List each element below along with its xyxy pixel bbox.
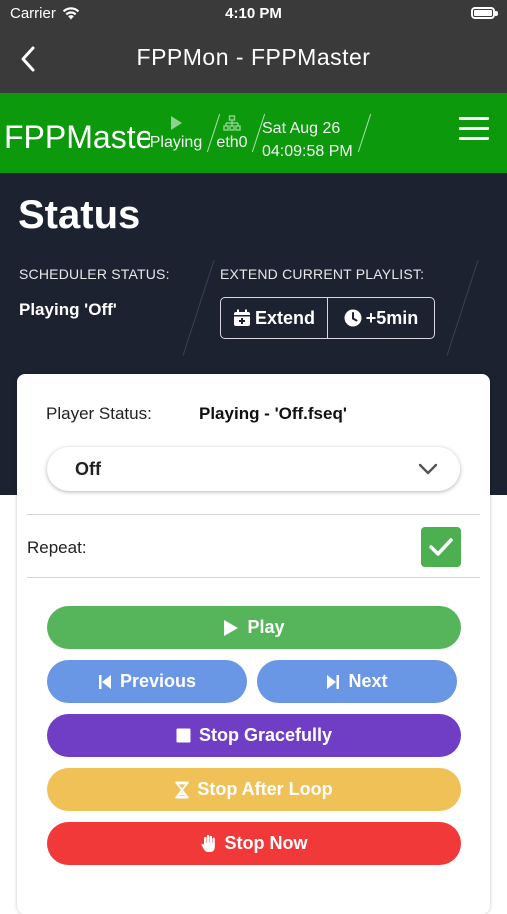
interface-label: eth0: [216, 134, 248, 151]
scheduler-status-label: SCHEDULER STATUS:: [19, 266, 170, 282]
header-divider: [357, 113, 372, 153]
status-bar-time: 4:10 PM: [225, 5, 282, 22]
extend-button[interactable]: Extend: [221, 298, 327, 338]
extend-label: Extend: [254, 307, 315, 328]
repeat-checkbox[interactable]: [421, 527, 461, 567]
calendar-plus-icon: [233, 309, 250, 326]
battery-icon: [471, 7, 498, 19]
skip-back-icon: [98, 674, 111, 689]
previous-label: Previous: [119, 671, 197, 691]
status-bar: Carrier 4:10 PM: [0, 0, 507, 28]
extend-button-group: Extend +5min: [220, 297, 435, 339]
skip-forward-icon: [327, 674, 340, 689]
stop-icon: [176, 728, 191, 743]
ios-top-bar: Carrier 4:10 PM FPPMon - FPPMaster: [0, 0, 507, 93]
stop-gracefully-button[interactable]: Stop Gracefully: [47, 714, 461, 757]
repeat-label: Repeat:: [27, 538, 87, 557]
page-title: Status: [18, 193, 141, 237]
nav-title: FPPMon - FPPMaster: [136, 44, 371, 70]
stop-now-button[interactable]: Stop Now: [47, 822, 461, 865]
brand-title: FPPMaster: [4, 119, 150, 155]
network-icon: [223, 115, 241, 131]
next-button[interactable]: Next: [257, 660, 457, 703]
clock-icon: [344, 309, 362, 327]
datetime-display: Sat Aug 26 04:09:58 PM: [262, 117, 353, 163]
play-button[interactable]: Play: [47, 606, 461, 649]
play-icon: [171, 116, 182, 130]
next-label: Next: [348, 671, 388, 691]
player-state-indicator: Playing: [149, 115, 203, 153]
player-state-label: Playing: [149, 134, 203, 151]
playlist-select-value: Off: [75, 459, 101, 479]
player-card: Player Status: Playing - 'Off.fseq' Off …: [17, 374, 490, 914]
stop-after-loop-label: Stop After Loop: [197, 779, 333, 799]
header-date: Sat Aug 26: [262, 120, 341, 137]
add-5min-label: +5min: [365, 307, 419, 328]
playlist-select[interactable]: Off: [47, 447, 460, 491]
divider: [27, 514, 480, 515]
add-5min-button[interactable]: +5min: [327, 298, 434, 338]
hourglass-icon: [175, 781, 190, 798]
player-status-label: Player Status:: [46, 404, 152, 423]
play-icon: [224, 619, 239, 636]
play-label: Play: [247, 617, 285, 637]
stop-now-label: Stop Now: [224, 833, 308, 853]
previous-button[interactable]: Previous: [47, 660, 247, 703]
checkmark-icon: [429, 538, 453, 556]
chevron-down-icon: [418, 463, 438, 475]
fpp-header: FPPMaster Playing eth0 Sat Aug 26 04:09:…: [0, 93, 507, 173]
stop-after-loop-button[interactable]: Stop After Loop: [47, 768, 461, 811]
divider: [27, 577, 480, 578]
menu-button[interactable]: [459, 117, 489, 141]
header-time: 04:09:58 PM: [262, 143, 353, 160]
player-status-value: Playing - 'Off.fseq': [199, 404, 347, 423]
extend-playlist-label: EXTEND CURRENT PLAYLIST:: [220, 266, 425, 282]
hand-icon: [200, 835, 215, 852]
network-indicator: eth0: [214, 115, 250, 153]
scheduler-status-value: Playing 'Off': [19, 300, 117, 319]
stop-gracefully-label: Stop Gracefully: [198, 725, 333, 745]
